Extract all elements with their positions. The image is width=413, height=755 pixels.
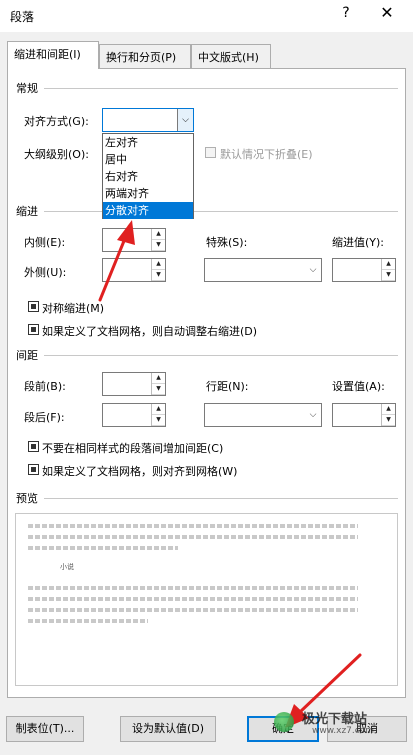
dropdown-item-distributed[interactable]: 分散对齐 <box>103 202 193 219</box>
close-button[interactable]: ✕ <box>376 3 398 25</box>
alignment-dropdown-list: 左对齐 居中 右对齐 两端对齐 分散对齐 <box>102 133 194 219</box>
alignment-label: 对齐方式(G): <box>24 115 89 128</box>
divider <box>44 498 398 499</box>
preview-line <box>28 524 358 528</box>
spin-up-icon[interactable]: ▲ <box>152 373 165 384</box>
chevron-down-icon[interactable]: ⌵ <box>305 404 321 426</box>
watermark-url: www.xz7.com <box>312 726 374 736</box>
snap-to-grid-label: 如果定义了文档网格，则对齐到网格(W) <box>42 465 238 478</box>
indent-by-label: 缩进值(Y): <box>332 236 385 249</box>
outside-indent-spinner[interactable]: ▲ ▼ <box>102 258 166 282</box>
auto-adjust-indent-checkbox[interactable] <box>28 324 39 335</box>
inside-indent-label: 内侧(E): <box>24 236 66 249</box>
dialog-title: 段落 <box>10 10 35 24</box>
watermark: 极光下载站 www.xz7.com <box>262 702 382 750</box>
preview-box: 小说 <box>15 513 398 686</box>
tab-indents-spacing[interactable]: 缩进和间距(I) <box>7 41 99 69</box>
collapse-label: 默认情况下折叠(E) <box>220 148 313 161</box>
dropdown-item-left[interactable]: 左对齐 <box>103 134 193 151</box>
spin-down-icon[interactable]: ▼ <box>152 384 165 395</box>
preview-sample-text: 小说 <box>60 563 74 571</box>
spin-down-icon[interactable]: ▼ <box>382 415 395 426</box>
mirror-indents-checkbox[interactable] <box>28 301 39 312</box>
spin-up-icon[interactable]: ▲ <box>152 229 165 240</box>
spacing-at-label: 设置值(A): <box>332 380 385 393</box>
outline-level-label: 大纲级别(O): <box>24 148 89 161</box>
mirror-indents-label: 对称缩进(M) <box>42 302 105 315</box>
inside-indent-spinner[interactable]: ▲ ▼ <box>102 228 166 252</box>
spin-down-icon[interactable]: ▼ <box>152 415 165 426</box>
divider <box>44 88 398 89</box>
set-default-button[interactable]: 设为默认值(D) <box>120 716 216 742</box>
collapse-checkbox[interactable] <box>205 147 216 158</box>
section-preview: 预览 <box>16 492 38 505</box>
help-button[interactable]: ? <box>338 5 354 25</box>
tab-asian-typography[interactable]: 中文版式(H) <box>191 44 271 68</box>
space-after-label: 段后(F): <box>24 411 65 424</box>
auto-adjust-indent-label: 如果定义了文档网格，则自动调整右缩进(D) <box>42 325 258 338</box>
spin-up-icon[interactable]: ▲ <box>152 259 165 270</box>
preview-line <box>28 608 358 612</box>
tabs-button[interactable]: 制表位(T)... <box>6 716 84 742</box>
spin-up-icon[interactable]: ▲ <box>382 404 395 415</box>
space-before-label: 段前(B): <box>24 380 66 393</box>
watermark-text: 极光下载站 <box>302 712 368 727</box>
spin-up-icon[interactable]: ▲ <box>382 259 395 270</box>
chevron-down-icon[interactable]: ⌵ <box>305 259 321 281</box>
preview-line <box>28 619 148 623</box>
chevron-down-icon[interactable]: ⌵ <box>177 109 193 131</box>
watermark-logo-icon <box>274 712 294 732</box>
spin-up-icon[interactable]: ▲ <box>152 404 165 415</box>
space-after-spinner[interactable]: ▲ ▼ <box>102 403 166 427</box>
spin-down-icon[interactable]: ▼ <box>152 270 165 281</box>
alignment-select[interactable]: ⌵ <box>102 108 194 132</box>
divider <box>44 211 398 212</box>
space-before-spinner[interactable]: ▲ ▼ <box>102 372 166 396</box>
line-spacing-label: 行距(N): <box>206 380 249 393</box>
dropdown-item-right[interactable]: 右对齐 <box>103 168 193 185</box>
indent-by-spinner[interactable]: ▲ ▼ <box>332 258 396 282</box>
section-indentation: 缩进 <box>16 205 38 218</box>
preview-line <box>28 535 358 539</box>
preview-line <box>28 546 178 550</box>
special-indent-select[interactable]: ⌵ <box>204 258 322 282</box>
no-space-same-style-label: 不要在相同样式的段落间增加间距(C) <box>42 442 224 455</box>
special-indent-label: 特殊(S): <box>206 236 248 249</box>
preview-line <box>28 597 358 601</box>
line-spacing-select[interactable]: ⌵ <box>204 403 322 427</box>
no-space-same-style-checkbox[interactable] <box>28 441 39 452</box>
tab-line-page-breaks[interactable]: 换行和分页(P) <box>99 44 191 68</box>
outside-indent-label: 外侧(U): <box>24 266 67 279</box>
section-general: 常规 <box>16 82 38 95</box>
spin-down-icon[interactable]: ▼ <box>152 240 165 251</box>
spin-down-icon[interactable]: ▼ <box>382 270 395 281</box>
dropdown-item-justify[interactable]: 两端对齐 <box>103 185 193 202</box>
dropdown-item-center[interactable]: 居中 <box>103 151 193 168</box>
preview-line <box>28 586 358 590</box>
snap-to-grid-checkbox[interactable] <box>28 464 39 475</box>
spacing-at-spinner[interactable]: ▲ ▼ <box>332 403 396 427</box>
section-spacing: 间距 <box>16 349 38 362</box>
divider <box>44 355 398 356</box>
